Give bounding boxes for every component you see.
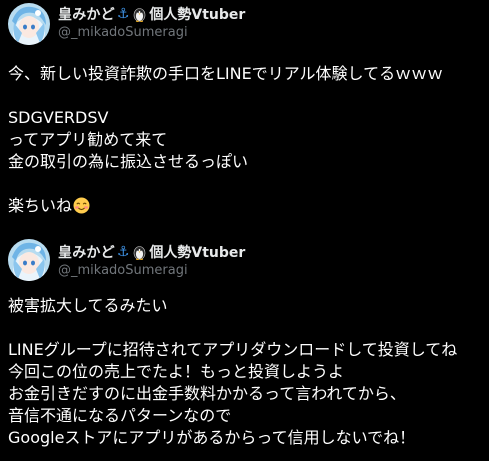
- tweet-text-line: 被害拡大してるみたい: [8, 296, 168, 315]
- anchor-icon: ⚓: [116, 6, 130, 22]
- avatar-icon: [8, 239, 50, 281]
- author-name-suffix[interactable]: 個人勢Vtuber: [149, 4, 245, 24]
- tweet-text-line-last: 楽ちいね: [8, 195, 486, 217]
- author-handle[interactable]: @_mikadoSumeragi: [58, 24, 478, 42]
- author-name-row[interactable]: 皇みかど ⚓ 個人勢Vtuber: [58, 4, 478, 24]
- tweet-body: 被害拡大してるみたい LINEグループに招待されてアプリダウンロードして投資して…: [8, 295, 486, 449]
- tweet-text: 楽ちいね: [8, 196, 73, 215]
- anchor-icon: ⚓: [116, 244, 130, 260]
- tweet-header: 皇みかど ⚓ 個人勢Vtuber @_mikadoSumeragi: [58, 242, 478, 280]
- tweet-text-line: 金の取引の為に振込させるっぽい: [8, 152, 249, 171]
- tweet-text-line: [8, 85, 486, 107]
- author-name-row[interactable]: 皇みかど ⚓ 個人勢Vtuber: [58, 242, 478, 262]
- tweet-text-line: Googleストアにアプリがあるからって信用しないでね！: [8, 428, 416, 447]
- tweet-text-line: ってアプリ勧めて来て: [8, 130, 168, 149]
- penguin-icon: [133, 244, 146, 260]
- author-name-suffix[interactable]: 個人勢Vtuber: [149, 242, 245, 262]
- penguin-icon: [133, 6, 146, 22]
- smiling-face-icon: [73, 197, 90, 214]
- tweet-text-line: 音信不通になるパターンなので: [8, 406, 232, 425]
- tweet-text-line: [8, 173, 486, 195]
- author-handle[interactable]: @_mikadoSumeragi: [58, 262, 478, 280]
- tweet-text-line: お金引きだすのに出金手数料かかるって言われてから、: [8, 384, 406, 403]
- tweet-text-line: SDGVERDSV: [8, 108, 109, 127]
- author-name[interactable]: 皇みかど: [58, 4, 115, 24]
- avatar-icon: [8, 3, 50, 45]
- tweet-text-line: 今、新しい投資詐欺の手口をLINEでリアル体験してるｗｗｗ: [8, 64, 444, 83]
- tweet-text-line: 今回この位の売上でたよ！もっと投資しようよ: [8, 362, 345, 381]
- author-name[interactable]: 皇みかど: [58, 242, 115, 262]
- tweet-header: 皇みかど ⚓ 個人勢Vtuber @_mikadoSumeragi: [58, 4, 478, 42]
- tweet-body: 今、新しい投資詐欺の手口をLINEでリアル体験してるｗｗｗ SDGVERDSV …: [8, 63, 486, 217]
- tweet-text-line: LINEグループに招待されてアプリダウンロードして投資してね: [8, 340, 458, 359]
- avatar[interactable]: [8, 3, 50, 45]
- avatar[interactable]: [8, 239, 50, 281]
- tweet-text-line: [8, 317, 486, 339]
